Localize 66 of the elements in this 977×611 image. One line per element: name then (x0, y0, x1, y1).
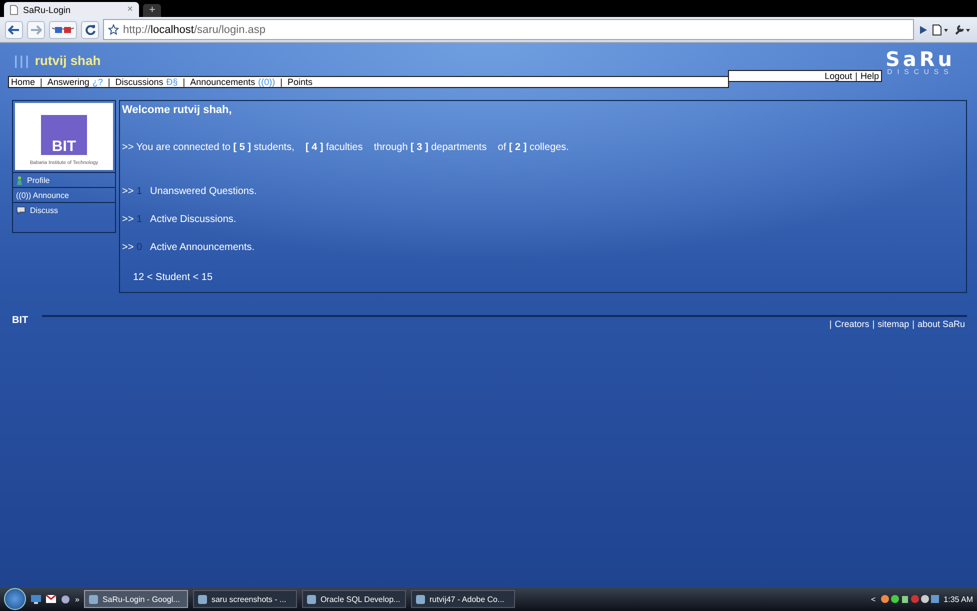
stat-label[interactable]: Unanswered Questions. (150, 186, 257, 196)
taskbar-button[interactable]: SaRu-Login - Googl... (84, 590, 188, 608)
separator: | (872, 319, 875, 329)
reload-icon (84, 24, 96, 35)
app-icon[interactable] (61, 594, 70, 604)
sidebar-item[interactable]: Discuss (13, 202, 115, 217)
app-icon (416, 594, 426, 604)
sidebar-item[interactable]: ((0)) Announce (13, 187, 115, 202)
footer-link[interactable]: sitemap (878, 319, 910, 329)
separator: | (829, 319, 832, 329)
separator: | (280, 77, 283, 87)
tray-icons[interactable] (880, 594, 940, 604)
welcome-heading: Welcome rutvij shah, (122, 104, 233, 116)
nav-link[interactable]: Home (11, 77, 36, 87)
nav-link[interactable]: Discussions Ð§ (115, 77, 178, 87)
page-icon (10, 4, 18, 14)
footer-link[interactable]: about SaRu (917, 319, 965, 329)
stat-count: >> 1 (122, 186, 142, 196)
mail-icon[interactable] (46, 595, 56, 603)
separator: | (855, 71, 858, 81)
back-button[interactable] (5, 20, 23, 38)
nav-link[interactable]: Announcements ((0)) (190, 77, 276, 87)
separator: | (912, 319, 914, 329)
browser-tab[interactable]: SaRu-Login × (4, 2, 139, 17)
speech-bubble-icon (16, 206, 26, 214)
nav-link[interactable]: Answering ¿? (47, 77, 103, 87)
right-arrow-icon (30, 24, 42, 34)
app-icon (89, 594, 98, 604)
wrench-icon[interactable] (954, 24, 972, 36)
nav-link[interactable]: Points (288, 77, 313, 87)
footer-brand: BIT (12, 315, 28, 326)
person-icon (16, 176, 23, 184)
app-icon (307, 594, 316, 604)
sidebar-item[interactable]: Profile (13, 172, 115, 187)
tray-arrow[interactable]: < (870, 594, 876, 604)
account-link[interactable]: Help (860, 71, 879, 81)
overflow-button[interactable]: » (75, 594, 80, 604)
close-button[interactable]: × (127, 4, 133, 15)
bar-marks: ||| (14, 53, 31, 70)
left-arrow-icon (8, 24, 20, 34)
star-icon[interactable] (108, 24, 119, 35)
stat-count: >> 0 (122, 242, 142, 252)
new-tab-button[interactable]: + (143, 4, 162, 17)
connection-summary: >> You are connected to [ 5 ] students, [ 4 ] faculties through [ 3 ] departments of [ 2 ] colleges. (122, 142, 570, 153)
stat-label[interactable]: Active Announcements. (150, 242, 255, 252)
footer-link[interactable]: Creators (834, 319, 870, 329)
separator: | (182, 77, 186, 87)
account-link[interactable]: Logout (824, 71, 852, 81)
desktop-icon[interactable] (31, 594, 41, 604)
clock: 1:35 AM (944, 594, 973, 604)
taskbar-button[interactable]: Oracle SQL Develop... (302, 590, 406, 608)
range-text: 12 < Student < 15 (132, 272, 214, 283)
taskbar-button[interactable]: saru screenshots - ... (193, 590, 298, 608)
stat-label[interactable]: Active Discussions. (150, 214, 236, 224)
glasses-icon[interactable] (49, 20, 77, 38)
start-button[interactable] (4, 588, 26, 610)
stat-count: >> 1 (122, 214, 142, 224)
play-icon[interactable] (918, 24, 928, 34)
address-field[interactable]: http://localhost/saru/login.asp (103, 19, 914, 40)
reload-button[interactable] (81, 20, 99, 38)
separator: | (40, 77, 42, 87)
taskbar-button[interactable]: rutvij47 - Adobe Co... (411, 590, 516, 608)
page-menu-icon[interactable] (932, 24, 950, 36)
user-name: rutvij shah (34, 53, 101, 70)
separator: | (108, 77, 110, 87)
app-icon (198, 594, 208, 604)
